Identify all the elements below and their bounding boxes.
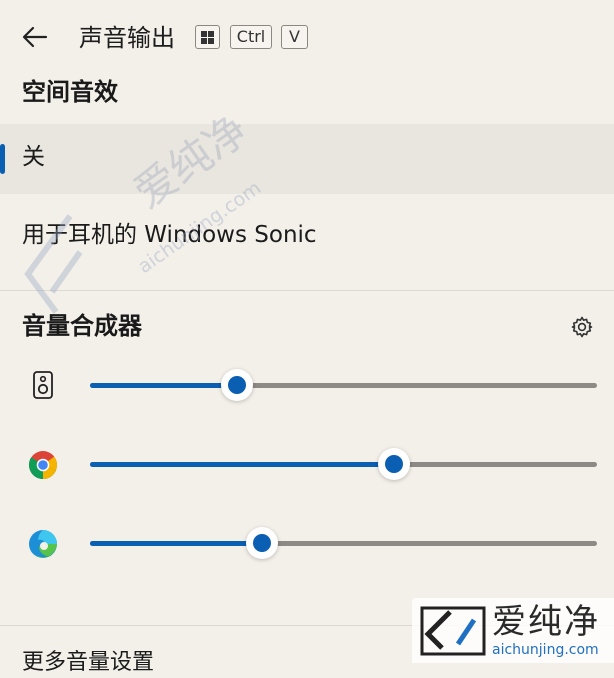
spatial-option-label: 用于耳机的 Windows Sonic xyxy=(22,222,317,248)
spatial-option-off[interactable]: 关 xyxy=(0,124,614,194)
gear-icon xyxy=(571,316,593,338)
slider-fill xyxy=(90,541,262,546)
volume-slider-speaker[interactable] xyxy=(90,365,597,405)
speaker-icon xyxy=(28,370,58,400)
slider-thumb[interactable] xyxy=(378,448,410,480)
v-key: V xyxy=(281,25,308,49)
spatial-sound-title: 空间音效 xyxy=(22,78,118,106)
edge-icon xyxy=(28,529,58,559)
volume-mixer-title: 音量合成器 xyxy=(22,312,142,340)
spatial-option-label: 关 xyxy=(22,144,45,170)
selected-indicator xyxy=(0,144,5,174)
watermark-logo-icon xyxy=(420,606,486,656)
back-button[interactable] xyxy=(20,22,50,52)
more-volume-settings-link[interactable]: 更多音量设置 xyxy=(22,648,154,678)
windows-logo-icon xyxy=(201,30,214,44)
slider-fill xyxy=(90,462,394,467)
arrow-left-icon xyxy=(22,26,48,48)
corner-watermark: 爱纯净 aichunjing.com xyxy=(412,598,614,663)
slider-thumb[interactable] xyxy=(246,527,278,559)
divider xyxy=(0,290,614,291)
spatial-option-windows-sonic[interactable]: 用于耳机的 Windows Sonic xyxy=(0,200,614,270)
watermark-text: 爱纯净 xyxy=(492,602,600,642)
slider-fill xyxy=(90,383,237,388)
chrome-icon xyxy=(28,450,58,480)
volume-slider-edge[interactable] xyxy=(90,523,597,563)
ctrl-key: Ctrl xyxy=(230,25,272,49)
page-title: 声音输出 xyxy=(79,24,175,52)
header: 声音输出 Ctrl V xyxy=(0,0,614,76)
mixer-settings-button[interactable] xyxy=(570,315,594,339)
slider-thumb[interactable] xyxy=(221,369,253,401)
watermark-url: aichunjing.com xyxy=(492,642,599,658)
windows-key xyxy=(195,25,220,49)
volume-slider-chrome[interactable] xyxy=(90,444,597,484)
